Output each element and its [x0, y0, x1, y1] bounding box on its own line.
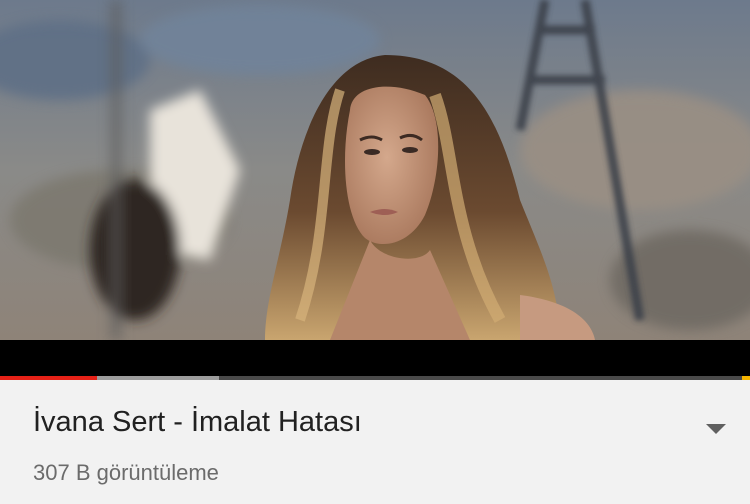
video-still-image	[0, 0, 750, 340]
view-count: 307 B görüntüleme	[33, 460, 219, 485]
video-title[interactable]: İvana Sert - İmalat Hatası	[33, 406, 673, 439]
video-info-panel: İvana Sert - İmalat Hatası 307 B görüntü…	[0, 380, 750, 504]
chevron-down-icon	[706, 424, 726, 434]
video-player[interactable]	[0, 0, 750, 376]
expand-description-button[interactable]	[696, 414, 736, 444]
video-frame[interactable]	[0, 0, 750, 340]
letterbox-bar	[0, 340, 750, 376]
